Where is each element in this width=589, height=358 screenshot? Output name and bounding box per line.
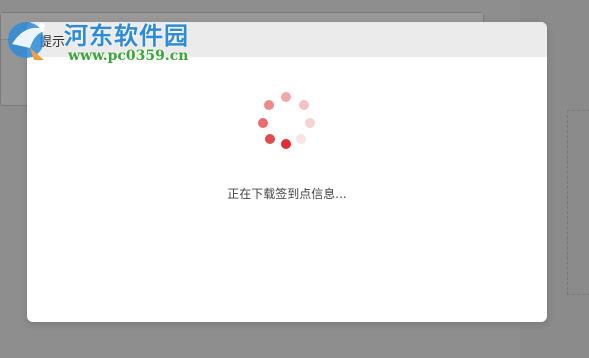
watermark-logo-icon <box>8 22 46 60</box>
spinner-dot <box>258 118 268 128</box>
spinner-dot <box>305 118 315 128</box>
loading-status-text: 正在下载签到点信息... <box>227 187 347 201</box>
watermark-url: www.pc0359.cn <box>68 48 189 64</box>
loading-spinner-icon <box>256 92 316 152</box>
watermark-title: 河东软件园 <box>64 22 189 50</box>
spinner-dot <box>265 134 275 144</box>
background-dashed-area <box>567 110 589 295</box>
spinner-dot <box>264 100 274 110</box>
spinner-dot <box>299 100 309 110</box>
spinner-dot <box>281 92 291 102</box>
spinner-dot <box>296 134 306 144</box>
spinner-dot <box>281 139 291 149</box>
site-watermark: 河东软件园 www.pc0359.cn <box>4 10 224 68</box>
